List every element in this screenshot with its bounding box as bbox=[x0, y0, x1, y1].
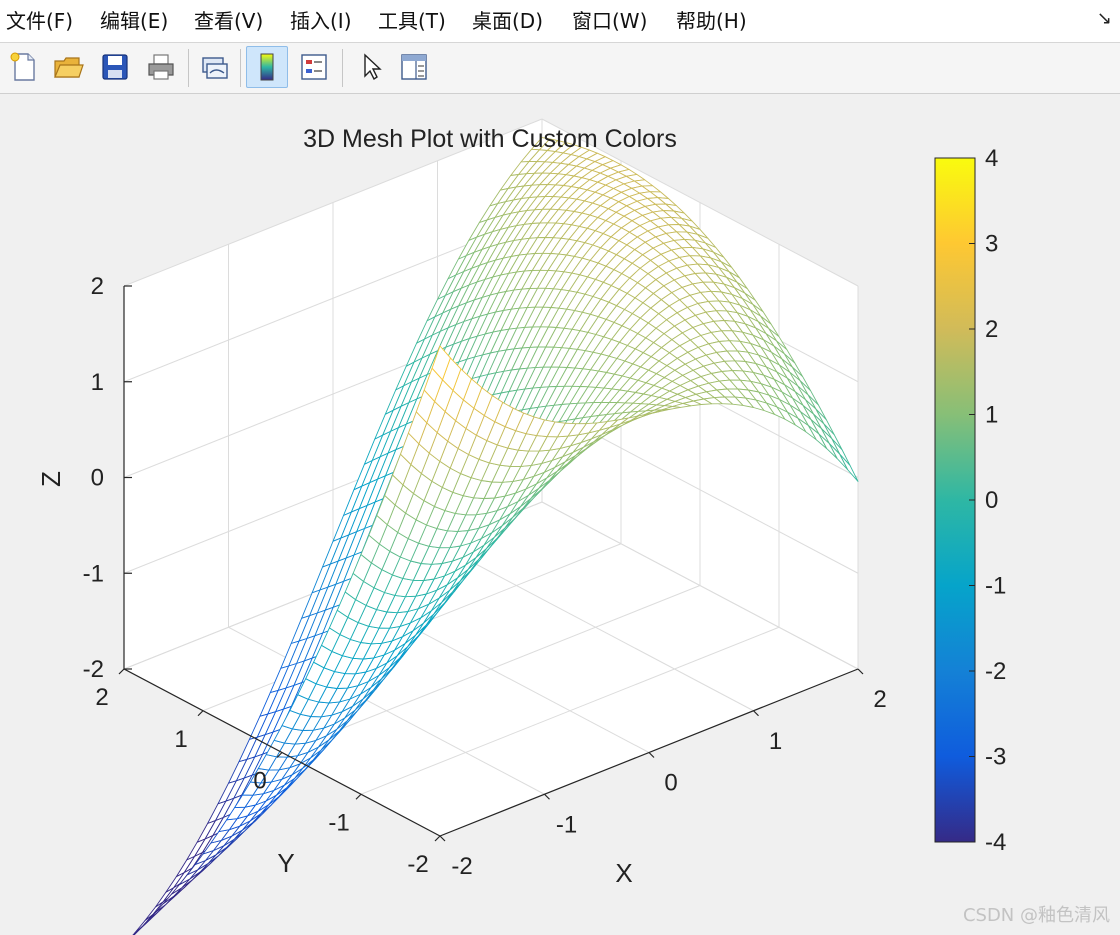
menu-edit[interactable]: 编辑(E) bbox=[100, 7, 168, 35]
x-tick-label: -1 bbox=[556, 811, 577, 838]
menubar: 文件(F) 编辑(E) 查看(V) 插入(I) 工具(T) 桌面(D) 窗口(W… bbox=[0, 0, 1120, 43]
edit-plot-button[interactable] bbox=[350, 46, 392, 88]
z-tick-label: 2 bbox=[91, 273, 104, 300]
tick-mark bbox=[648, 752, 655, 758]
insert-colorbar-button[interactable] bbox=[246, 46, 288, 88]
property-inspector-button[interactable] bbox=[393, 46, 435, 88]
x-axis-label: X bbox=[615, 858, 632, 888]
tick-mark bbox=[355, 793, 362, 800]
z-tick-label: 0 bbox=[91, 465, 104, 492]
chart-title: 3D Mesh Plot with Custom Colors bbox=[303, 125, 677, 153]
z-tick-label: -1 bbox=[83, 560, 104, 587]
menu-file[interactable]: 文件(F) bbox=[6, 7, 73, 35]
save-disk-icon bbox=[102, 54, 128, 80]
z-tick-label: -2 bbox=[83, 656, 104, 683]
watermark: CSDN @釉色清风 bbox=[962, 905, 1110, 926]
toolbar-separator bbox=[188, 49, 189, 87]
open-folder-icon bbox=[54, 57, 84, 78]
menu-help[interactable]: 帮助(H) bbox=[676, 7, 747, 35]
y-tick-label: -1 bbox=[328, 809, 349, 836]
colorbar[interactable]: 4 3 2 1 0 -1 -2 -3 -4 bbox=[934, 145, 1006, 856]
pointer-arrow-icon bbox=[364, 53, 382, 81]
colorbar-tick-label: -3 bbox=[985, 744, 1006, 771]
x-tick-label: -2 bbox=[451, 853, 472, 880]
y-tick-label: -2 bbox=[407, 851, 428, 878]
tick-mark bbox=[197, 710, 204, 717]
menu-tools[interactable]: 工具(T) bbox=[378, 7, 446, 35]
dock-arrow-icon[interactable]: ↘ bbox=[1097, 8, 1112, 29]
colorbar-tick-label: -2 bbox=[985, 658, 1006, 685]
z-axis-label: Z bbox=[36, 471, 66, 487]
x-tick-label: 1 bbox=[769, 728, 782, 755]
z-tick-label: 1 bbox=[91, 369, 104, 396]
property-inspector-icon bbox=[401, 54, 427, 80]
colorbar-tick-label: 0 bbox=[985, 487, 998, 514]
insert-colorbar-icon bbox=[260, 53, 274, 81]
tick-mark bbox=[434, 835, 441, 842]
menu-window[interactable]: 窗口(W) bbox=[572, 7, 647, 35]
tick-mark bbox=[439, 835, 446, 842]
print-button[interactable] bbox=[140, 46, 182, 88]
tick-mark bbox=[753, 710, 759, 717]
y-axis-label: Y bbox=[277, 848, 294, 878]
link-plot-icon bbox=[202, 57, 228, 79]
menu-desktop[interactable]: 桌面(D) bbox=[472, 7, 543, 35]
colorbar-tick-label: 3 bbox=[985, 231, 998, 258]
tick-mark bbox=[544, 793, 550, 800]
y-tick-label: 0 bbox=[253, 768, 266, 795]
new-figure-icon bbox=[10, 52, 35, 81]
colorbar-tick-label: 2 bbox=[985, 316, 998, 343]
menu-insert[interactable]: 插入(I) bbox=[290, 7, 352, 35]
colorbar-tick-label: -1 bbox=[985, 573, 1006, 600]
colorbar-tick-label: 4 bbox=[985, 145, 998, 172]
mesh-plot[interactable]: -2-1012-2-1012-2-1012 3D Mesh Plot with … bbox=[0, 94, 1120, 935]
x-tick-label: 0 bbox=[664, 770, 677, 797]
printer-icon bbox=[148, 54, 174, 80]
colorbar-tick-label: 1 bbox=[985, 402, 998, 429]
tick-mark bbox=[857, 668, 864, 675]
x-tick-label: 2 bbox=[873, 686, 886, 713]
new-figure-button[interactable] bbox=[2, 46, 44, 88]
insert-legend-button[interactable] bbox=[293, 46, 335, 88]
tick-mark bbox=[118, 668, 125, 675]
figure-canvas[interactable]: -2 -1 0 1 2 -2 -1 0 1 2 -2 -1 0 1 2 3D Mesh Plot with … bbox=[0, 94, 1120, 935]
colorbar-tick-label: -4 bbox=[985, 829, 1006, 856]
insert-legend-icon bbox=[301, 54, 327, 80]
toolbar-separator bbox=[342, 49, 343, 87]
toolbar bbox=[0, 43, 1120, 94]
y-tick-label: 1 bbox=[174, 726, 187, 753]
link-plot-button[interactable] bbox=[193, 46, 235, 88]
open-file-button[interactable] bbox=[47, 46, 89, 88]
menu-view[interactable]: 查看(V) bbox=[194, 7, 263, 35]
save-button[interactable] bbox=[94, 46, 136, 88]
toolbar-separator bbox=[240, 49, 241, 87]
y-tick-label: 2 bbox=[95, 684, 108, 711]
